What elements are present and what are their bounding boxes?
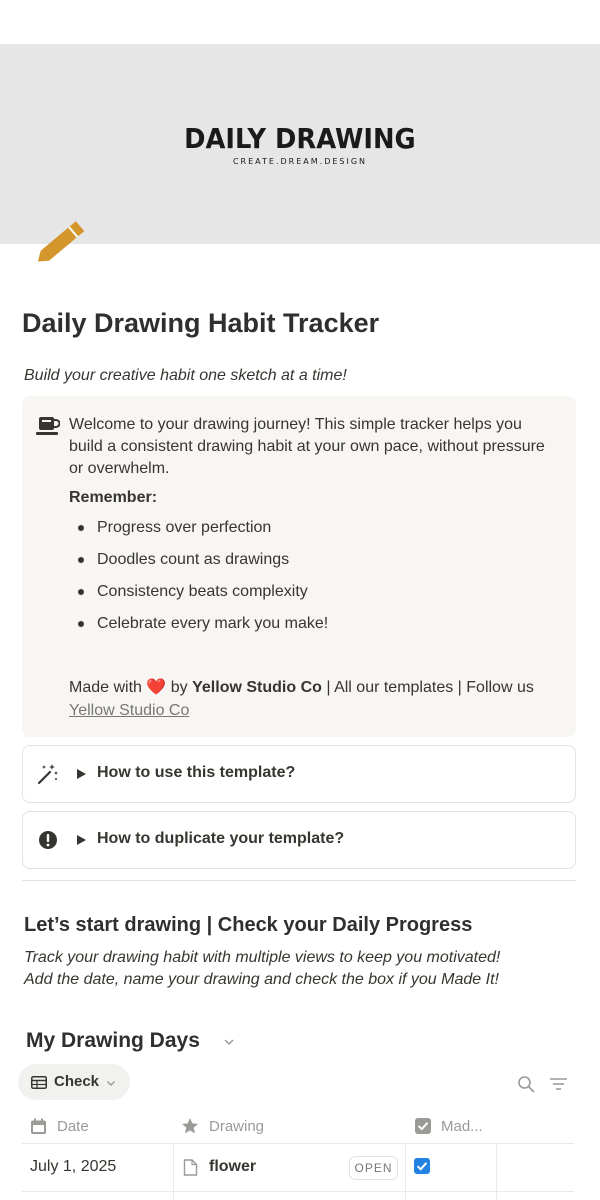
toggle-how-to-duplicate[interactable]: How to duplicate your template? xyxy=(22,811,576,869)
studio-name: Yellow Studio Co xyxy=(192,679,322,696)
cover-subtitle: CREATE.DREAM.DESIGN xyxy=(232,157,368,166)
column-header-label: Mad... xyxy=(441,1117,483,1135)
column-header-made-it[interactable]: Mad... xyxy=(415,1108,483,1144)
made-with-prefix: Made with xyxy=(69,679,142,696)
section-heading: Let’s start drawing | Check your Daily P… xyxy=(24,914,473,936)
column-divider xyxy=(405,1144,406,1200)
column-header-label: Date xyxy=(57,1117,89,1135)
section-description: Track your drawing habit with multiple v… xyxy=(24,947,584,991)
drawing-name: flower xyxy=(209,1158,257,1175)
heart-icon: ❤️ xyxy=(146,679,167,696)
callout-intro: Welcome to your drawing journey! This si… xyxy=(69,416,545,477)
column-header-drawing[interactable]: Drawing xyxy=(181,1108,264,1144)
remember-list: Progress over perfection Doodles count a… xyxy=(69,517,559,645)
toggle-triangle-icon[interactable] xyxy=(77,835,86,845)
star-icon xyxy=(182,1118,198,1134)
made-with-line: Made with ❤️ by Yellow Studio Co | All o… xyxy=(69,676,559,722)
table-icon xyxy=(31,1076,47,1089)
divider xyxy=(22,880,576,881)
page-title: Daily Drawing Habit Tracker xyxy=(22,308,380,338)
checkmark-icon xyxy=(416,1162,428,1171)
by-text: by xyxy=(170,679,188,696)
list-item: Progress over perfection xyxy=(69,517,559,549)
exclamation-icon xyxy=(39,831,57,849)
drawing-cell[interactable]: flower xyxy=(183,1144,256,1190)
magic-wand-icon xyxy=(37,764,58,785)
column-header-label: Drawing xyxy=(209,1117,265,1135)
list-item: Consistency beats complexity xyxy=(69,581,559,613)
welcome-callout: Welcome to your drawing journey! This si… xyxy=(22,396,576,737)
column-divider xyxy=(173,1144,174,1200)
table-header: Date Drawing Mad... xyxy=(22,1108,574,1144)
toggle-label: How to duplicate your template? xyxy=(97,830,345,847)
remember-label: Remember: xyxy=(69,489,158,506)
cover-title: DAILY DRAWING xyxy=(184,122,416,155)
templates-follow-text: | All our templates | Follow us xyxy=(326,679,534,696)
toggle-triangle-icon[interactable] xyxy=(77,769,86,779)
column-divider xyxy=(496,1144,497,1200)
section-desc-line: Track your drawing habit with multiple v… xyxy=(24,949,501,966)
open-button[interactable]: OPEN xyxy=(349,1156,398,1180)
document-icon xyxy=(183,1158,198,1176)
follow-link[interactable]: Yellow Studio Co xyxy=(69,702,189,719)
list-item: Celebrate every mark you make! xyxy=(69,613,559,645)
list-item: Doodles count as drawings xyxy=(69,549,559,581)
toggle-how-to-use[interactable]: How to use this template? xyxy=(22,745,576,803)
checkbox-icon xyxy=(415,1118,431,1134)
coffee-cup-icon xyxy=(36,417,60,435)
toggle-label: How to use this template? xyxy=(97,764,296,781)
search-icon[interactable] xyxy=(517,1075,535,1093)
database-title[interactable]: My Drawing Days xyxy=(26,1029,200,1053)
section-desc-line: Add the date, name your drawing and chec… xyxy=(24,971,499,988)
view-label: Check xyxy=(54,1073,100,1090)
drawing-days-table: Date Drawing Mad... July 1, 2025 flower … xyxy=(22,1108,574,1200)
chevron-down-icon xyxy=(107,1081,115,1086)
column-header-date[interactable]: Date xyxy=(30,1108,89,1144)
view-tab-check[interactable]: Check xyxy=(18,1064,130,1100)
made-it-checkbox[interactable] xyxy=(414,1158,430,1174)
top-bar xyxy=(0,0,600,44)
filter-icon[interactable] xyxy=(550,1077,567,1091)
page-subtitle: Build your creative habit one sketch at … xyxy=(24,367,347,384)
table-row[interactable]: July 1, 2025 flower OPEN xyxy=(22,1144,574,1192)
pencil-icon[interactable] xyxy=(30,210,94,274)
chevron-down-icon[interactable] xyxy=(223,1036,235,1048)
calendar-icon xyxy=(31,1118,46,1134)
date-cell[interactable]: July 1, 2025 xyxy=(30,1144,116,1190)
